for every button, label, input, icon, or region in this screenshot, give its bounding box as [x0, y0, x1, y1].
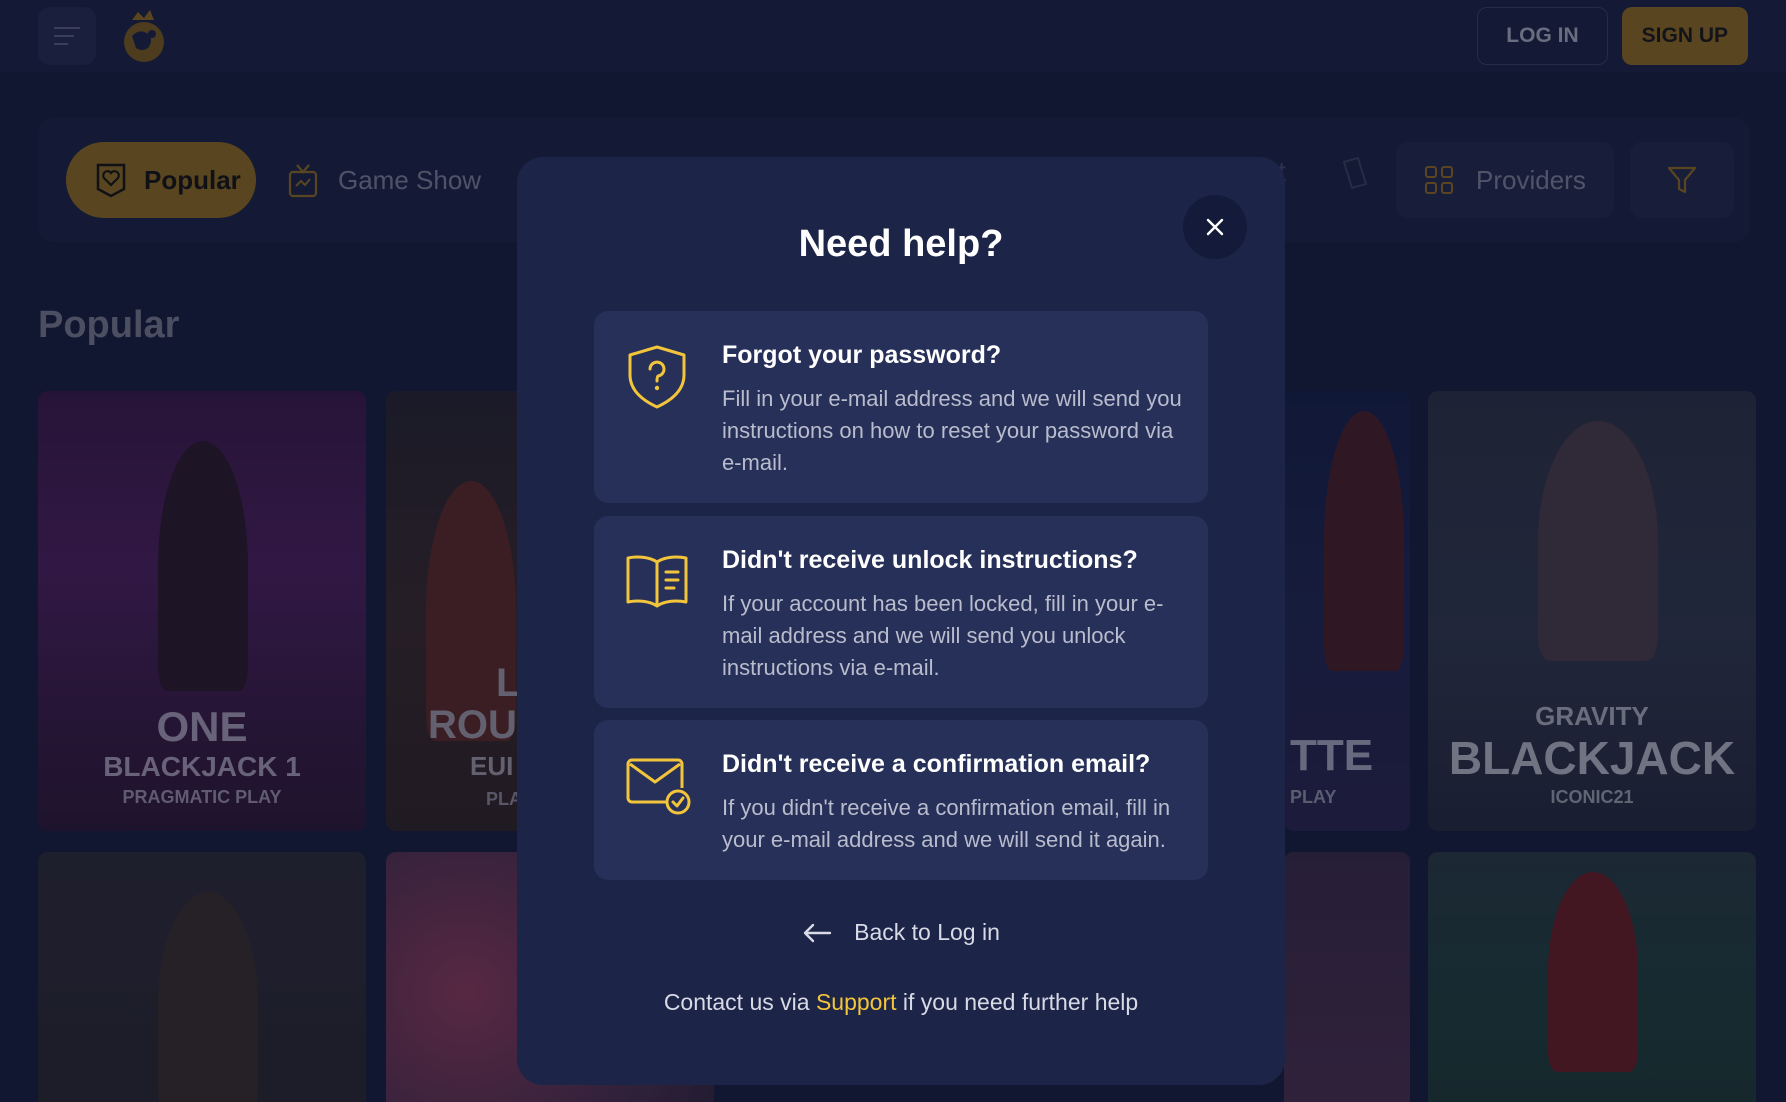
option-title: Forgot your password? [722, 341, 1002, 369]
back-to-login-label: Back to Log in [854, 919, 1000, 945]
contact-suffix: if you need further help [902, 989, 1139, 1015]
arrow-left-icon [803, 923, 832, 942]
help-modal: Need help? Forgot your password? Fill in… [517, 157, 1285, 1085]
forgot-password-option[interactable]: Forgot your password? Fill in your e-mai… [594, 311, 1208, 503]
modal-title: Need help? [798, 223, 1004, 265]
option-title: Didn't receive unlock instructions? [722, 546, 1138, 574]
back-to-login-link[interactable]: Back to Log in [517, 919, 1285, 946]
contact-support-text: Contact us via Support if you need furth… [517, 989, 1285, 1016]
page: LOG IN SIGN UP Popular Game Show t Provi… [0, 0, 1786, 1102]
shield-question-icon [628, 345, 686, 409]
support-link[interactable]: Support [816, 989, 897, 1015]
option-title: Didn't receive a confirmation email? [722, 750, 1151, 778]
option-description: Fill in your e-mail address and we will … [722, 386, 1182, 475]
open-book-icon [626, 555, 688, 608]
option-description: If you didn't receive a confirmation ema… [722, 795, 1171, 852]
contact-prefix: Contact us via [663, 989, 810, 1015]
unlock-instructions-option[interactable]: Didn't receive unlock instructions? If y… [594, 516, 1208, 708]
option-description: If your account has been locked, fill in… [722, 591, 1164, 680]
mail-check-icon [626, 758, 691, 815]
confirmation-email-option[interactable]: Didn't receive a confirmation email? If … [594, 720, 1208, 880]
